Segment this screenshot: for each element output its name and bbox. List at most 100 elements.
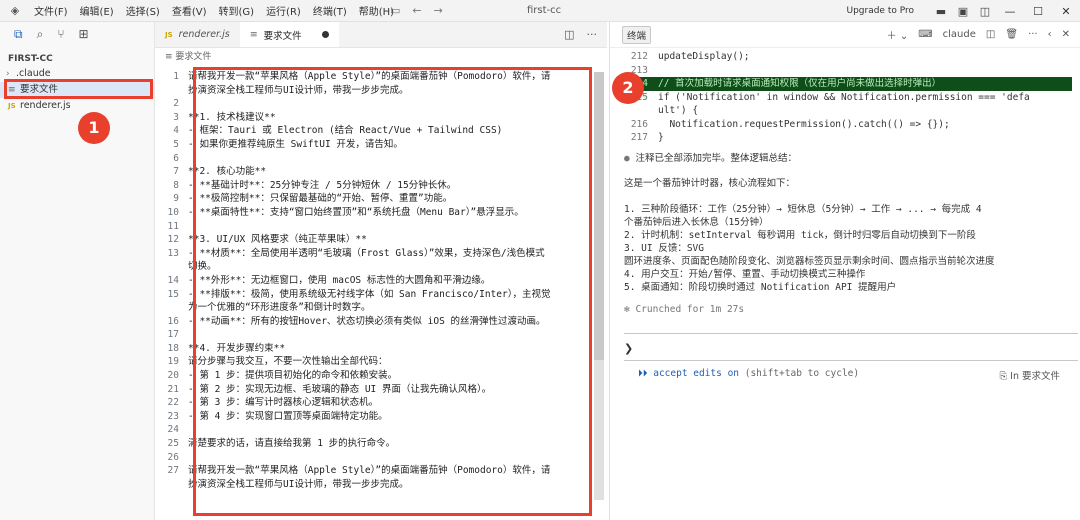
line-number: 5 [173, 138, 179, 150]
menu-selection[interactable]: 选择(S) [120, 3, 166, 18]
menu-file[interactable]: 文件(F) [28, 3, 74, 18]
split-editor-icon[interactable]: ◫ [564, 28, 574, 41]
unsaved-dot-icon[interactable] [321, 31, 329, 38]
layout-icon[interactable]: ▣ [952, 5, 974, 18]
window-title: first-cc [527, 5, 562, 16]
summary-point: 5. 桌面通知：阶段切换时通过 Notification API 提醒用户 [624, 282, 897, 293]
diff-line-text: } [658, 132, 664, 143]
maximize-button[interactable]: ☐ [1024, 5, 1052, 18]
prompt-input[interactable]: ❯ [624, 342, 633, 355]
app-icon: ◈ [10, 3, 20, 17]
menu-bar: 文件(F) 编辑(E) 选择(S) 查看(V) 转到(G) 运行(R) 终端(T… [28, 3, 400, 18]
upgrade-button[interactable]: Upgrade to Pro [846, 6, 914, 16]
summary-point: 2. 计时机制：setInterval 每秒调用 tick，倒计时归零后自动切换… [624, 230, 976, 241]
terminal-icon: ⌨ [918, 29, 933, 40]
highlight-box-1 [4, 79, 153, 99]
line-number: 11 [167, 220, 179, 232]
line-number: 3 [173, 111, 179, 123]
line-number [155, 260, 188, 274]
current-file-label: In 要求文件 [1010, 371, 1060, 382]
terminal-name[interactable]: claude [943, 29, 976, 40]
menu-go[interactable]: 转到(G) [213, 3, 261, 18]
editor-tabs: JS renderer.js ≡ 要求文件 ◫ ··· [155, 22, 607, 48]
line-number: 23 [167, 410, 179, 422]
sidebar-toggle-icon[interactable]: ▭ [390, 4, 400, 17]
breadcrumb[interactable]: ≡ 要求文件 [155, 48, 607, 66]
split-icon[interactable]: ◫ [974, 5, 996, 18]
split-terminal-icon[interactable]: ◫ [986, 29, 995, 40]
diff-line-text: ult') { [658, 105, 699, 116]
menu-terminal[interactable]: 终端(T) [307, 3, 353, 18]
nav-controls: ▭ ← → [390, 4, 443, 17]
back-arrow-icon[interactable]: ← [412, 4, 421, 17]
line-number: 20 [167, 370, 179, 382]
diff-line-text: updateDisplay(); [658, 51, 750, 62]
menu-edit[interactable]: 编辑(E) [74, 3, 120, 18]
summary-text: 注释已全部添加完毕。整体逻辑总结： [635, 153, 797, 164]
line-number: 27 [167, 465, 179, 477]
diff-line: 212 updateDisplay(); [622, 50, 1072, 64]
summary-head: ● 注释已全部添加完毕。整体逻辑总结： [624, 152, 797, 165]
forward-arrow-icon[interactable]: → [434, 4, 443, 17]
more-icon[interactable]: ··· [587, 28, 598, 41]
terminal-tab[interactable]: 终端 [622, 25, 652, 44]
tab-requirements[interactable]: ≡ 要求文件 [239, 22, 339, 47]
current-file-indicator: ⎘ In 要求文件 [1000, 368, 1060, 382]
line-number [155, 478, 188, 492]
panel-toggle-icon[interactable]: ▬ [930, 5, 952, 18]
line-number: 12 [167, 234, 179, 246]
status-mode[interactable]: ⏵⏵ accept edits on (shift+tab to cycle) [638, 368, 859, 379]
panel-tools: ＋ ⌄ ⌨ claude ◫ 🗑 ··· ‹ ✕ [887, 27, 1080, 42]
bullet-icon: ● [624, 153, 636, 164]
line-number: 19 [167, 356, 179, 368]
js-file-icon: JS [8, 102, 16, 110]
diff-line-text: // 首次加载时请求桌面通知权限（仅在用户尚未做出选择时弹出） [658, 78, 942, 89]
prompt-divider-top [624, 333, 1078, 334]
sidebar-toolbar: ⧉ ⌕ ⑂ ⊞ [0, 22, 154, 46]
minimize-button[interactable]: — [996, 5, 1024, 18]
menu-run[interactable]: 运行(R) [260, 3, 307, 18]
tree-file-renderer[interactable]: JS renderer.js [0, 98, 154, 114]
close-button[interactable]: ✕ [1052, 5, 1080, 18]
breadcrumb-label: 要求文件 [175, 52, 212, 62]
summary-point: 4. 用户交互：开始/暂停、重置、手动切换模式三种操作 [624, 269, 866, 280]
more-icon[interactable]: ··· [1028, 29, 1038, 40]
diff-line: 217} [622, 131, 1072, 145]
diff-line-number: 216 [630, 118, 648, 130]
search-icon[interactable]: ⌕ [37, 27, 44, 42]
trash-icon[interactable]: 🗑 [1005, 29, 1018, 40]
line-number: 18 [167, 342, 179, 354]
panel-header: 终端 ＋ ⌄ ⌨ claude ◫ 🗑 ··· ‹ ✕ [610, 22, 1080, 48]
menu-view[interactable]: 查看(V) [166, 3, 213, 18]
js-file-icon: JS [165, 30, 173, 39]
diff-line-number: 212 [630, 51, 648, 62]
tab-renderer[interactable]: JS renderer.js [155, 22, 240, 47]
add-terminal-icon[interactable]: ＋ ⌄ [887, 27, 909, 42]
line-number [155, 301, 188, 315]
close-icon[interactable]: ✕ [1062, 29, 1070, 40]
source-control-icon[interactable]: ⑂ [57, 27, 64, 41]
diff-line: 213 [622, 64, 1072, 78]
prompt-divider-bottom [624, 360, 1078, 361]
diff-line-number [622, 104, 658, 118]
diff-line: 215if ('Notification' in window && Notif… [622, 91, 1072, 105]
chevron-left-icon[interactable]: ‹ [1048, 29, 1052, 40]
extensions-icon[interactable]: ⊞ [79, 27, 89, 41]
diff-code: 212 updateDisplay(); 213214 +// 首次加载时请求桌面通… [622, 50, 1072, 145]
accept-edits-label: ⏵⏵ accept edits on [638, 368, 740, 379]
files-icon[interactable]: ⧉ [14, 27, 23, 42]
line-number: 9 [173, 193, 179, 205]
explorer-section-title[interactable]: FIRST-CC [0, 52, 154, 66]
file-icon: ≡ [165, 52, 176, 62]
line-number: 13 [167, 247, 179, 259]
crunched-text: ✻ Crunched for 1m 27s [624, 304, 745, 315]
line-number: 1 [173, 71, 179, 82]
line-number: 21 [167, 383, 179, 395]
summary-point: 圆环进度条、页面配色随阶段变化、浏览器标签页显示剩余时间、圆点指示当前轮次进度 [624, 256, 995, 267]
diff-line-number: 217 [630, 132, 648, 143]
intro-text: 这是一个番茄钟计时器，核心流程如下： [624, 178, 796, 189]
editor-scrollbar[interactable] [594, 72, 604, 360]
title-bar: ◈ 文件(F) 编辑(E) 选择(S) 查看(V) 转到(G) 运行(R) 终端… [0, 0, 1080, 22]
editor-scrollbar-track[interactable] [594, 360, 604, 500]
tab-label: renderer.js [178, 29, 230, 40]
